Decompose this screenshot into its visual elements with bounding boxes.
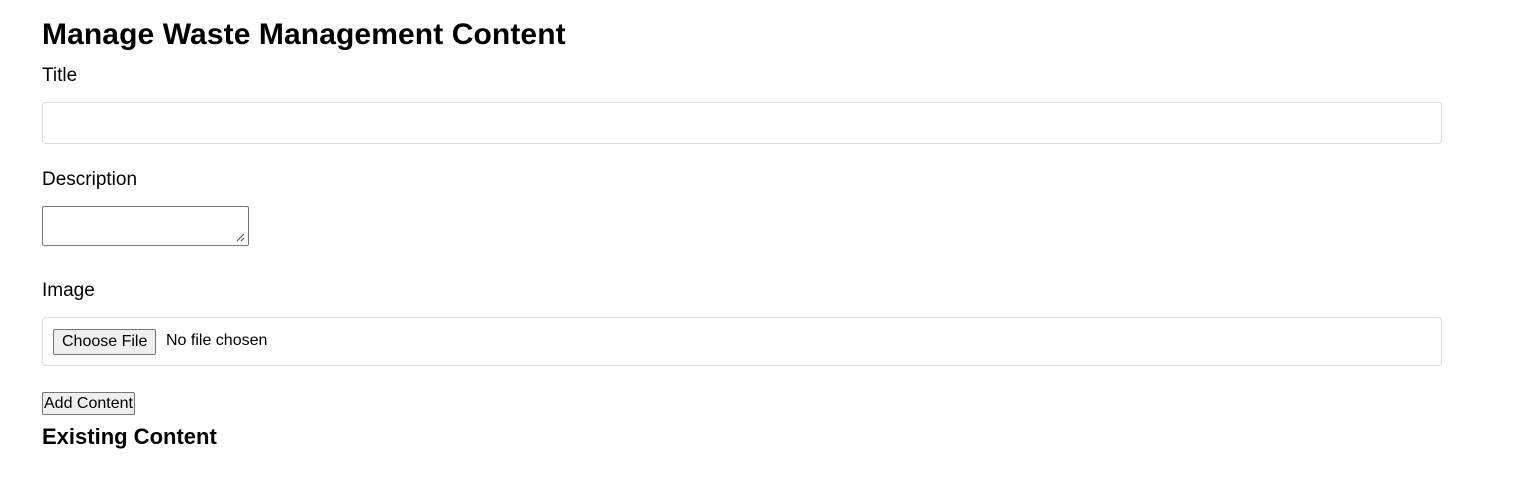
choose-file-button[interactable]: Choose File: [53, 329, 157, 355]
page-title: Manage Waste Management Content: [42, 18, 566, 51]
image-file-input[interactable]: Choose File No file chosen: [42, 317, 1442, 366]
description-label: Description: [42, 169, 138, 190]
description-textarea[interactable]: [42, 206, 249, 246]
add-content-button[interactable]: Add Content: [42, 392, 135, 415]
title-label: Title: [42, 65, 78, 86]
image-label: Image: [42, 280, 95, 301]
title-input[interactable]: [42, 102, 1442, 144]
file-status-text: No file chosen: [166, 332, 268, 349]
resize-grip-icon[interactable]: [235, 232, 245, 242]
existing-content-heading: Existing Content: [42, 424, 217, 449]
page: Manage Waste Management Content Title De…: [0, 0, 1535, 497]
